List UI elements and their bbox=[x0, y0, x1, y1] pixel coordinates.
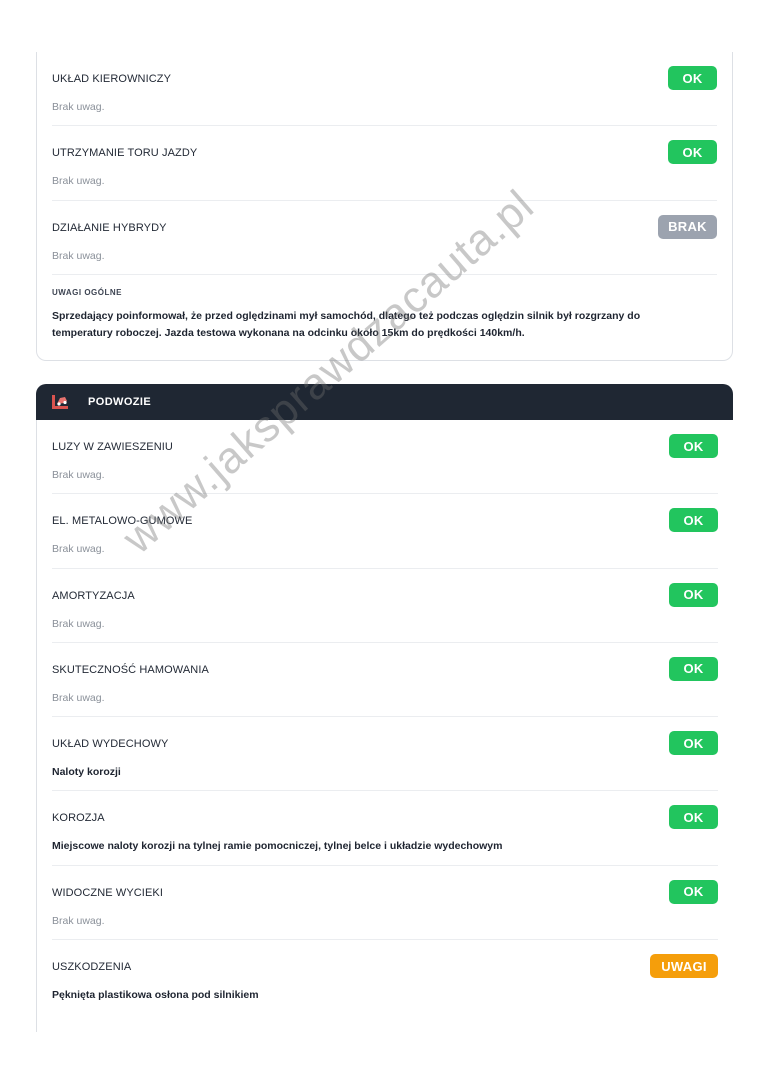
row-title: SKUTECZNOŚĆ HAMOWANIA bbox=[52, 663, 209, 676]
row-note: Naloty korozji bbox=[52, 766, 121, 779]
row-note: Brak uwag. bbox=[52, 175, 105, 188]
row-note: Brak uwag. bbox=[52, 469, 105, 481]
row-title: UTRZYMANIE TORU JAZDY bbox=[52, 147, 198, 160]
section-title: PODWOZIE bbox=[88, 396, 152, 408]
inspection-row: WIDOCZNE WYCIEKI OK Brak uwag. bbox=[52, 866, 718, 941]
row-note: Miejscowe naloty korozji na tylnej ramie… bbox=[52, 840, 503, 853]
status-badge: UWAGI bbox=[650, 954, 718, 979]
inspection-card-top: UKŁAD KIEROWNICZY OK Brak uwag. UTRZYMAN… bbox=[36, 52, 733, 361]
general-notes: UWAGI OGÓLNE Sprzedający poinformował, ż… bbox=[52, 275, 717, 342]
inspection-row: KOROZJA OK Miejscowe naloty korozji na t… bbox=[52, 791, 718, 866]
row-title: USZKODZENIA bbox=[52, 961, 132, 974]
status-badge: OK bbox=[669, 434, 718, 458]
row-note: Brak uwag. bbox=[52, 249, 105, 262]
row-note: Brak uwag. bbox=[52, 691, 105, 704]
inspection-row: UTRZYMANIE TORU JAZDY OK Brak uwag. bbox=[52, 126, 717, 201]
row-note: Brak uwag. bbox=[52, 101, 105, 113]
row-title: UKŁAD WYDECHOWY bbox=[52, 738, 169, 751]
inspection-row: AMORTYZACJA OK Brak uwag. bbox=[52, 569, 718, 643]
status-badge: OK bbox=[669, 656, 718, 681]
inspection-row: UKŁAD KIEROWNICZY OK Brak uwag. bbox=[52, 52, 717, 127]
row-note: Brak uwag. bbox=[52, 543, 105, 556]
row-title: WIDOCZNE WYCIEKI bbox=[52, 886, 163, 899]
row-note: Brak uwag. bbox=[52, 617, 105, 630]
row-note: Brak uwag. bbox=[52, 914, 105, 927]
section-header-podwozie: PODWOZIE bbox=[36, 384, 733, 420]
general-notes-text: Sprzedający poinformował, że przed oględ… bbox=[52, 309, 641, 339]
inspection-row: USZKODZENIA UWAGI Pęknięta plastikowa os… bbox=[52, 940, 718, 1014]
inspection-row: DZIAŁANIE HYBRYDY BRAK Brak uwag. bbox=[52, 201, 717, 275]
status-badge: OK bbox=[669, 805, 718, 830]
status-badge: BRAK bbox=[658, 214, 717, 239]
inspection-row: UKŁAD WYDECHOWY OK Naloty korozji bbox=[52, 717, 718, 792]
status-badge: OK bbox=[668, 66, 717, 90]
status-badge: OK bbox=[668, 140, 717, 165]
row-title: LUZY W ZAWIESZENIU bbox=[52, 441, 173, 453]
row-title: UKŁAD KIEROWNICZY bbox=[52, 73, 172, 85]
car-lift-icon bbox=[52, 395, 68, 409]
row-title: AMORTYZACJA bbox=[52, 589, 135, 602]
row-note: Pęknięta plastikowa osłona pod silnikiem bbox=[52, 989, 259, 1002]
row-title: DZIAŁANIE HYBRYDY bbox=[52, 221, 167, 234]
row-title: KOROZJA bbox=[52, 812, 105, 825]
inspection-card-podwozie: LUZY W ZAWIESZENIU OK Brak uwag. EL. MET… bbox=[36, 420, 733, 1032]
row-title: EL. METALOWO-GUMOWE bbox=[52, 515, 193, 528]
status-badge: OK bbox=[669, 508, 718, 533]
status-badge: OK bbox=[669, 879, 718, 904]
general-notes-title: UWAGI OGÓLNE bbox=[52, 287, 122, 297]
inspection-row: SKUTECZNOŚĆ HAMOWANIA OK Brak uwag. bbox=[52, 643, 718, 718]
inspection-row: LUZY W ZAWIESZENIU OK Brak uwag. bbox=[52, 420, 718, 495]
status-badge: OK bbox=[669, 582, 718, 607]
inspection-row: EL. METALOWO-GUMOWE OK Brak uwag. bbox=[52, 494, 718, 569]
status-badge: OK bbox=[669, 731, 718, 756]
